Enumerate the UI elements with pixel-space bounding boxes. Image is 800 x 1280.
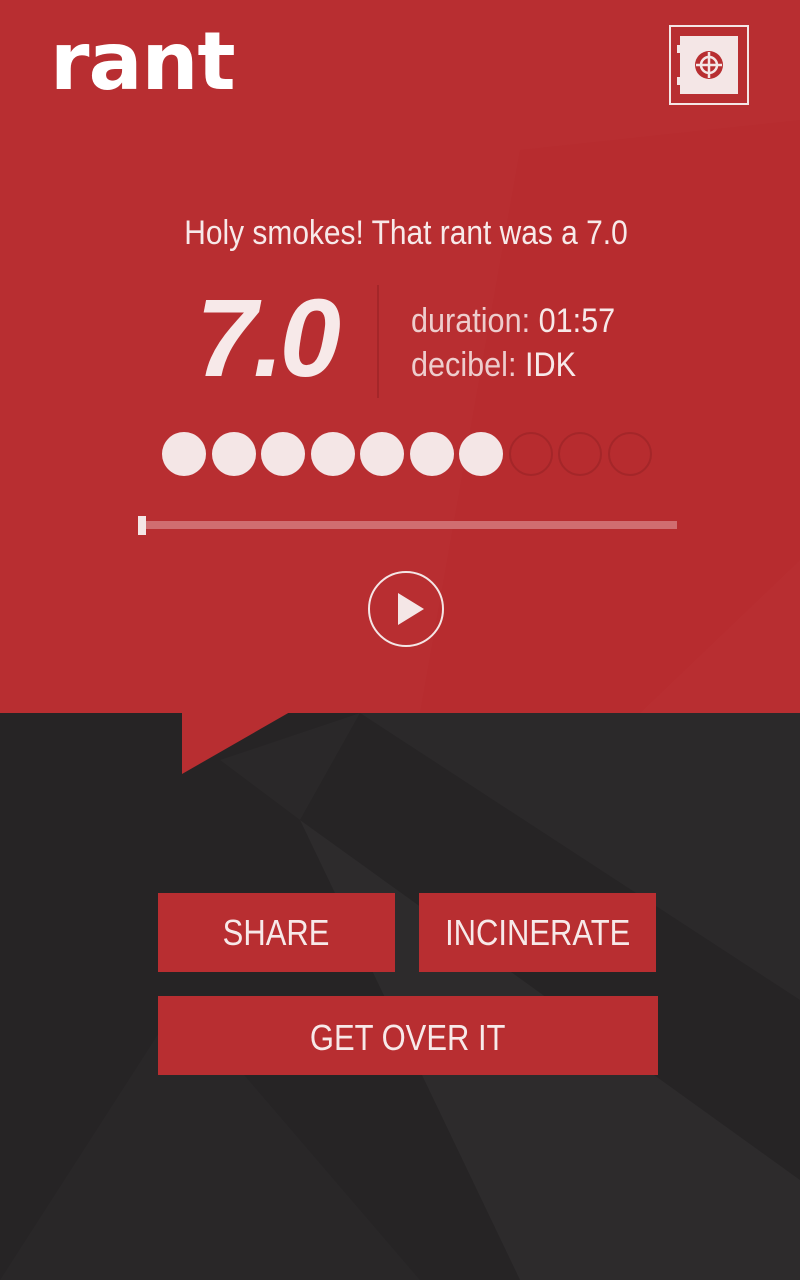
playback-seek-bar[interactable]	[143, 521, 677, 529]
stats-divider	[377, 285, 379, 398]
rant-score: 7.0	[196, 277, 341, 400]
decibel-stat: decibel: IDK	[411, 346, 576, 385]
vault-button[interactable]	[669, 25, 749, 105]
rating-dot-filled	[310, 432, 355, 476]
rating-dot-empty	[607, 432, 652, 476]
get-over-it-button-label: GET OVER IT	[310, 1017, 506, 1058]
rating-dot-empty	[558, 432, 602, 476]
rating-dot-filled	[360, 432, 404, 476]
playback-seek-handle[interactable]	[138, 516, 146, 535]
score-rating-dots	[162, 432, 662, 476]
rating-dot-empty	[508, 432, 553, 476]
rating-dot-filled	[162, 432, 206, 476]
result-screen: rant Holy smokes! That rant was a 7.0 7.…	[0, 0, 800, 1280]
rating-dot-filled	[211, 432, 256, 476]
rating-dot-filled	[409, 432, 454, 476]
result-headline: Holy smokes! That rant was a 7.0	[184, 214, 628, 252]
rating-dot-filled	[261, 432, 305, 476]
rating-dot-filled	[459, 432, 503, 476]
play-button[interactable]	[368, 571, 444, 647]
duration-label: duration:	[411, 302, 531, 340]
safe-icon	[677, 36, 738, 94]
decibel-label: decibel:	[411, 346, 517, 384]
duration-value: 01:57	[538, 302, 616, 340]
get-over-it-button[interactable]: GET OVER IT	[158, 996, 658, 1075]
share-button[interactable]: SHARE	[158, 893, 395, 972]
app-logo: rant	[50, 15, 236, 108]
duration-stat: duration: 01:57	[411, 302, 615, 341]
incinerate-button-label: INCINERATE	[444, 912, 631, 953]
speech-bubble-tail	[182, 120, 800, 774]
incinerate-button[interactable]: INCINERATE	[419, 893, 656, 972]
decibel-value: IDK	[524, 346, 577, 384]
play-icon	[398, 593, 424, 625]
share-button-label: SHARE	[223, 912, 330, 953]
